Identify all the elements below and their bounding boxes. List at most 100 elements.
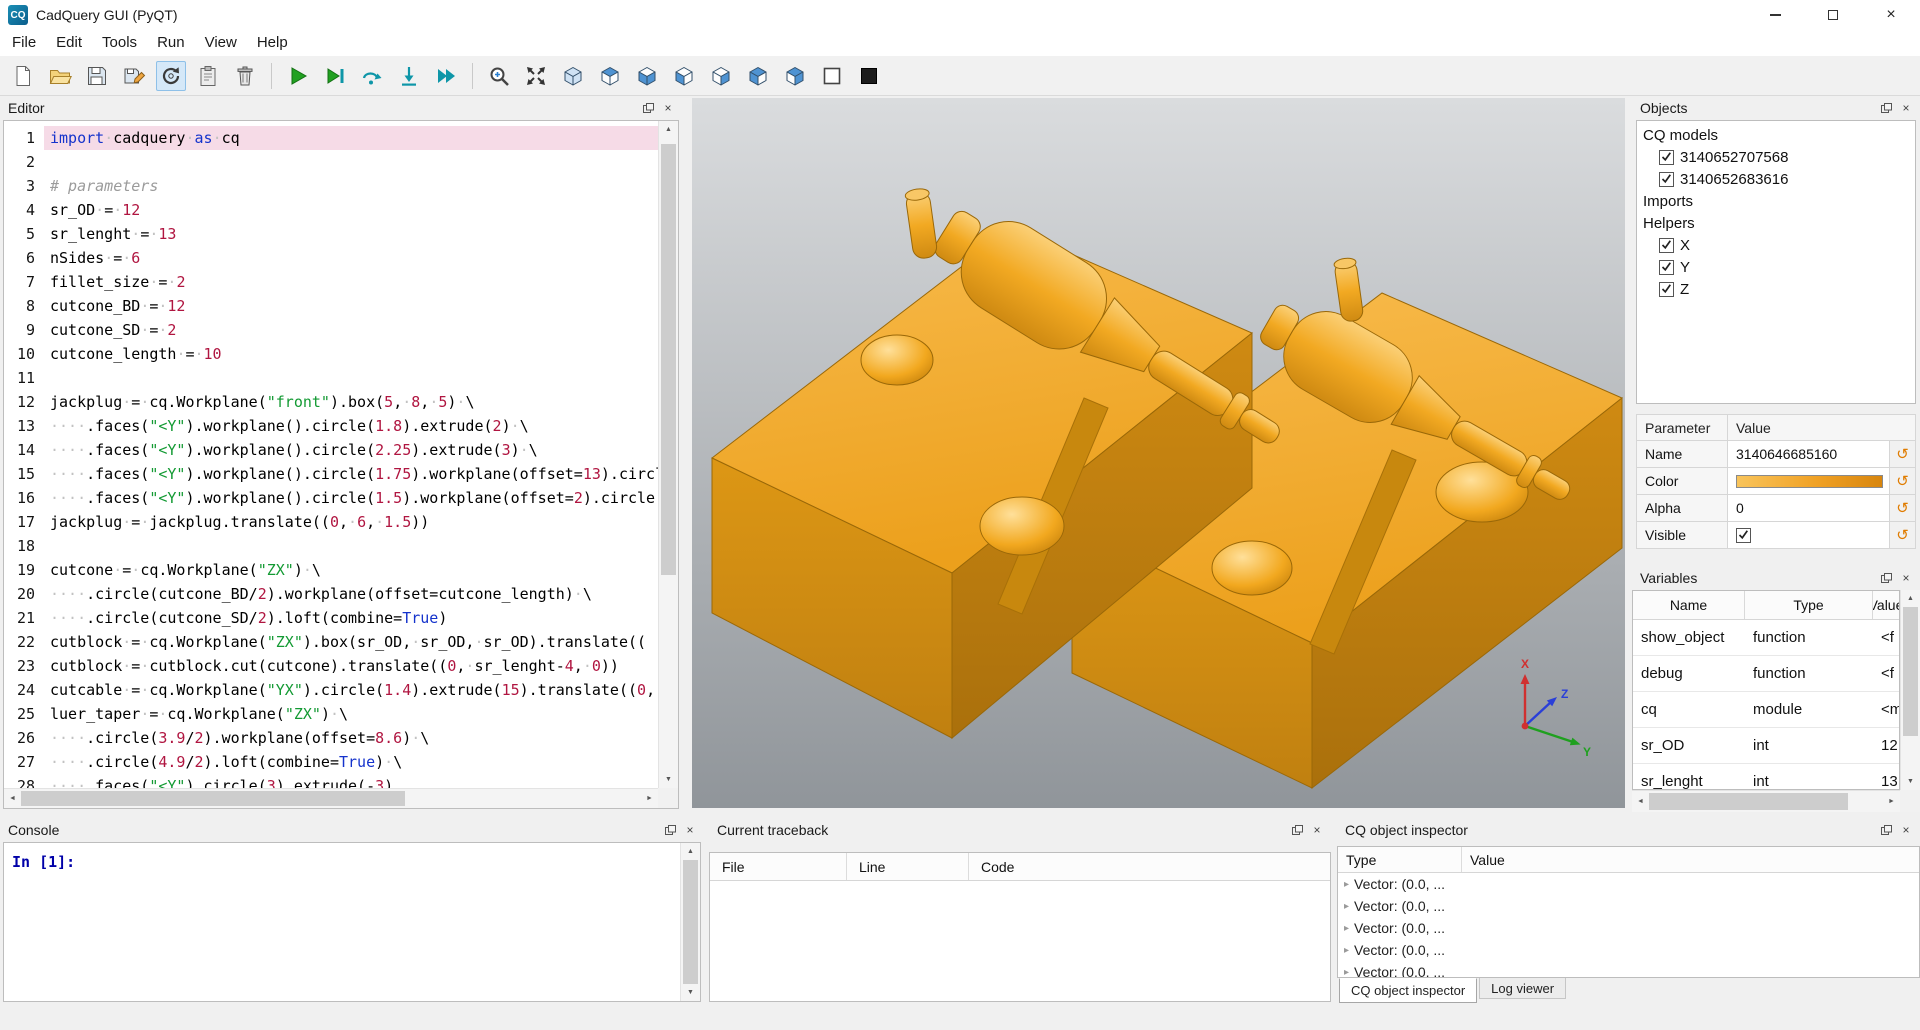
inspector-row[interactable]: ▸Vector: (0.0, ... [1338,939,1919,961]
float-panel-icon[interactable] [1876,821,1896,839]
variable-row-cq[interactable]: cqmodule<m [1633,692,1899,728]
scroll-arrow-icon[interactable]: ► [641,789,658,808]
float-panel-icon[interactable] [1287,821,1307,839]
tree-item-helpers[interactable]: Helpers [1637,212,1915,234]
wireframe-mode-button[interactable] [817,61,847,91]
editor-vertical-scrollbar[interactable]: ▲▼ [658,121,678,788]
scroll-arrow-icon[interactable]: ▲ [1901,590,1920,607]
menu-help[interactable]: Help [247,30,298,56]
code-line-9[interactable]: 9cutcone_SD·=·2 [4,318,658,342]
scroll-track[interactable] [659,138,678,771]
close-panel-icon[interactable]: × [680,821,700,839]
scroll-thumb[interactable] [661,144,676,574]
close-panel-icon[interactable]: × [1307,821,1327,839]
scroll-track[interactable] [1649,791,1883,812]
code-line-21[interactable]: 21····.circle(cutcone_SD/2).loft(combine… [4,606,658,630]
right-view-button[interactable] [780,61,810,91]
code-line-27[interactable]: 27····.circle(4.9/2).loft(combine=True)·… [4,750,658,774]
code-line-11[interactable]: 11 [4,366,658,390]
scroll-thumb[interactable] [683,860,698,984]
scroll-arrow-icon[interactable]: ◄ [1632,791,1649,812]
continue-button[interactable] [431,61,461,91]
inspector-row[interactable]: ▸Vector: (0.0, ... [1338,917,1919,939]
tree-item-imports[interactable]: Imports [1637,190,1915,212]
tree-item-z[interactable]: Z [1637,278,1915,300]
scroll-arrow-icon[interactable]: ▲ [659,121,678,138]
property-value[interactable]: 3140646685160 [1728,441,1890,468]
code-line-28[interactable]: 28····.faces("<Y").circle(3).extrude(-3) [4,774,658,788]
variables-header-name[interactable]: Name [1633,591,1745,619]
close-panel-icon[interactable]: × [1896,821,1916,839]
code-line-26[interactable]: 26····.circle(3.9/2).workplane(offset=8.… [4,726,658,750]
traceback-header-code[interactable]: Code [969,853,1330,880]
variables-header-type[interactable]: Type [1745,591,1873,619]
expand-arrow-icon[interactable]: ▸ [1344,967,1349,978]
variables-horizontal-scrollbar[interactable]: ◄► [1632,790,1900,812]
float-panel-icon[interactable] [1876,99,1896,117]
save-script-button[interactable] [82,61,112,91]
variable-row-sr_OD[interactable]: sr_ODint12 [1633,728,1899,764]
variable-row-sr_lenght[interactable]: sr_lenghtint13 [1633,764,1899,790]
code-line-16[interactable]: 16····.faces("<Y").workplane().circle(1.… [4,486,658,510]
back-view-button[interactable] [706,61,736,91]
reset-property-button[interactable]: ↺ [1890,468,1916,495]
maximize-button[interactable] [1804,0,1862,30]
code-line-10[interactable]: 10cutcone_length·=·10 [4,342,658,366]
code-line-8[interactable]: 8cutcone_BD·=·12 [4,294,658,318]
scroll-thumb[interactable] [1649,793,1848,810]
scroll-arrow-icon[interactable]: ▼ [659,771,678,788]
property-value[interactable]: 0 [1728,495,1890,522]
reset-property-button[interactable]: ↺ [1890,495,1916,522]
expand-arrow-icon[interactable]: ▸ [1344,945,1349,956]
3d-viewport[interactable]: X Z Y [692,98,1625,808]
inspector-header-type[interactable]: Type [1338,847,1462,872]
code-line-19[interactable]: 19cutcone·=·cq.Workplane("ZX")·\ [4,558,658,582]
code-line-6[interactable]: 6nSides·=·6 [4,246,658,270]
code-line-22[interactable]: 22cutblock·=·cq.Workplane("ZX").box(sr_O… [4,630,658,654]
inspector-row[interactable]: ▸Vector: (0.0, ... [1338,873,1919,895]
scroll-track[interactable] [681,860,700,984]
step-into-button[interactable] [394,61,424,91]
new-script-button[interactable] [8,61,38,91]
console-vertical-scrollbar[interactable]: ▲▼ [680,843,700,1001]
checkbox[interactable] [1659,260,1674,275]
inspector-header-value[interactable]: Value [1462,847,1919,872]
tree-item-x[interactable]: X [1637,234,1915,256]
float-panel-icon[interactable] [660,821,680,839]
code-line-12[interactable]: 12jackplug·=·cq.Workplane("front").box(5… [4,390,658,414]
viewport-canvas[interactable]: X Z Y [692,98,1625,808]
delete-model-button[interactable] [230,61,260,91]
expand-arrow-icon[interactable]: ▸ [1344,879,1349,890]
expand-arrow-icon[interactable]: ▸ [1344,901,1349,912]
open-script-button[interactable] [45,61,75,91]
inspector-row[interactable]: ▸Vector: (0.0, ... [1338,895,1919,917]
close-panel-icon[interactable]: × [658,99,678,117]
minimize-button[interactable] [1746,0,1804,30]
reset-property-button[interactable]: ↺ [1890,522,1916,549]
tree-item-3140652683616[interactable]: 3140652683616 [1637,168,1915,190]
tree-item-3140652707568[interactable]: 3140652707568 [1637,146,1915,168]
variables-header-value[interactable]: Value [1873,591,1899,619]
shaded-mode-button[interactable] [854,61,884,91]
code-line-17[interactable]: 17jackplug·=·jackplug.translate((0,·6,·1… [4,510,658,534]
front-view-button[interactable] [669,61,699,91]
debug-button[interactable] [320,61,350,91]
menu-run[interactable]: Run [147,30,195,56]
checkbox[interactable] [1659,172,1674,187]
code-line-3[interactable]: 3# parameters [4,174,658,198]
code-line-25[interactable]: 25luer_taper·=·cq.Workplane("ZX")·\ [4,702,658,726]
console[interactable]: In [1]: ▲▼ [3,842,701,1002]
variables-vertical-scrollbar[interactable]: ▲▼ [1900,590,1920,790]
color-swatch[interactable] [1736,475,1883,488]
tab-cq-object-inspector[interactable]: CQ object inspector [1339,978,1477,1003]
code-line-15[interactable]: 15····.faces("<Y").workplane().circle(1.… [4,462,658,486]
step-over-button[interactable] [357,61,387,91]
console-prompt[interactable]: In [1]: [4,843,700,871]
top-view-button[interactable] [595,61,625,91]
float-panel-icon[interactable] [1876,569,1896,587]
left-view-button[interactable] [743,61,773,91]
code-editor[interactable]: 1import·cadquery·as·cq23# parameters4sr_… [3,120,679,809]
code-line-14[interactable]: 14····.faces("<Y").workplane().circle(2.… [4,438,658,462]
checkbox[interactable] [1659,238,1674,253]
property-value[interactable] [1728,468,1890,495]
